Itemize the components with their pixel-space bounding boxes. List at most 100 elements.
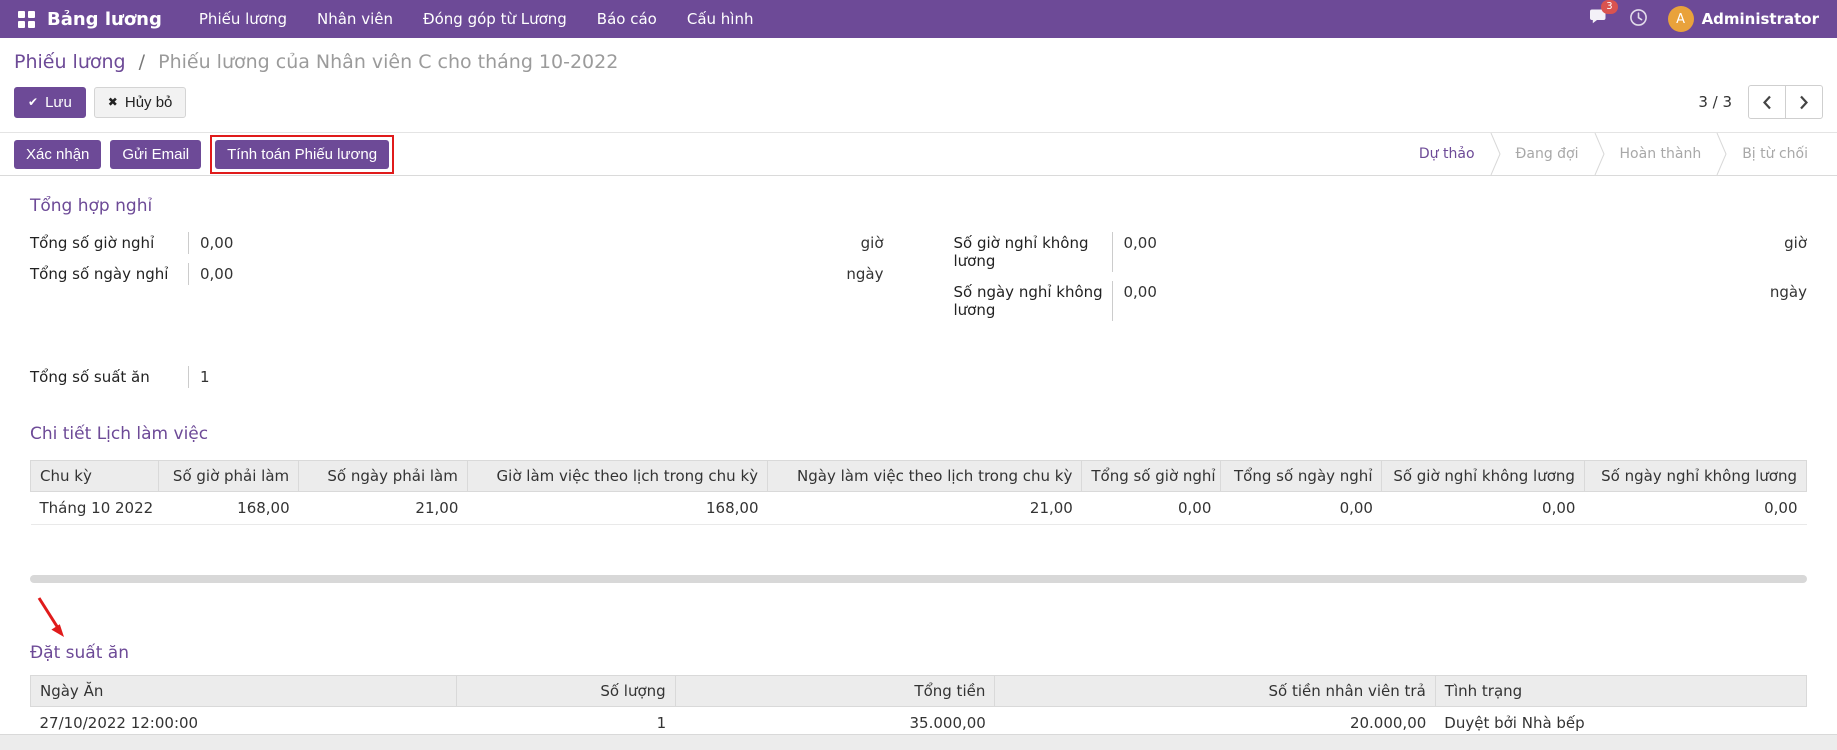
working-schedule-section: Chi tiết Lịch làm việc Chu kỳ Số giờ phả… <box>30 424 1807 525</box>
menu-cau-hinh[interactable]: Cấu hình <box>672 0 769 38</box>
clock-icon <box>1629 8 1648 31</box>
breadcrumb-separator: / <box>139 51 145 73</box>
discard-button[interactable]: ✖ Hủy bỏ <box>94 87 187 118</box>
field-total-meals: Tổng số suất ăn 1 <box>30 366 884 388</box>
pager-count: 3 / 3 <box>1698 93 1732 111</box>
cell-period[interactable]: Tháng 10 2022 <box>31 492 159 525</box>
table-header-row: Chu kỳ Số giờ phải làm Số ngày phải làm … <box>31 461 1807 492</box>
unpaid-leave-hours-input[interactable]: 0,00 <box>1112 232 1777 272</box>
menu-dong-gop[interactable]: Đóng góp từ Lương <box>408 0 582 38</box>
cell-leave-days[interactable]: 0,00 <box>1220 492 1382 525</box>
save-button[interactable]: ✔ Lưu <box>14 87 86 118</box>
pager: 3 / 3 <box>1698 85 1823 119</box>
form-statusbar: Xác nhận Gửi Email Tính toán Phiếu lương… <box>0 132 1837 176</box>
breadcrumb: Phiếu lương / Phiếu lương của Nhân viên … <box>14 51 1823 73</box>
chevron-right-icon <box>1799 95 1809 110</box>
field-total-leave-hours: Tổng số giờ nghỉ 0,00 giờ <box>30 232 884 254</box>
table-row[interactable]: Tháng 10 2022 168,00 21,00 168,00 21,00 … <box>31 492 1807 525</box>
user-name: Administrator <box>1702 10 1819 28</box>
total-leave-days-input[interactable]: 0,00 <box>188 263 838 285</box>
state-waiting[interactable]: Đang đợi <box>1501 146 1594 162</box>
horizontal-scrollbar[interactable] <box>30 575 1807 583</box>
breadcrumb-parent-link[interactable]: Phiếu lương <box>14 51 126 73</box>
user-menu[interactable]: A Administrator <box>1658 6 1823 32</box>
leave-summary-group: Tổng số giờ nghỉ 0,00 giờ Tổng số ngày n… <box>30 232 1807 330</box>
col-header[interactable]: Số lượng <box>457 676 675 707</box>
avatar: A <box>1668 6 1694 32</box>
field-total-leave-days: Tổng số ngày nghỉ 0,00 ngày <box>30 263 884 285</box>
section-title-meal-orders: Đặt suất ăn <box>30 643 1807 663</box>
state-arrow-icon <box>1594 133 1605 175</box>
total-meals-input[interactable]: 1 <box>188 366 884 388</box>
cell-calendar-hours[interactable]: 168,00 <box>467 492 767 525</box>
right-field-column: Số giờ nghỉ không lương 0,00 giờ Số ngày… <box>954 232 1808 330</box>
field-label: Tổng số giờ nghỉ <box>30 232 188 254</box>
cell-unpaid-days[interactable]: 0,00 <box>1584 492 1806 525</box>
app-name[interactable]: Bảng lương <box>47 9 162 30</box>
status-pipeline: Dự thảo Đang đợi Hoàn thành Bị từ chối <box>1404 133 1823 175</box>
cell-hours-due[interactable]: 168,00 <box>158 492 298 525</box>
total-leave-hours-input[interactable]: 0,00 <box>188 232 853 254</box>
field-label: Tổng số suất ăn <box>30 366 188 388</box>
cell-unpaid-hours[interactable]: 0,00 <box>1382 492 1584 525</box>
col-header[interactable]: Ngày làm việc theo lịch trong chu kỳ <box>768 461 1082 492</box>
cell-calendar-days[interactable]: 21,00 <box>768 492 1082 525</box>
col-header[interactable]: Tổng số giờ nghỉ <box>1082 461 1221 492</box>
field-unit: giờ <box>1776 232 1807 272</box>
pager-next-button[interactable] <box>1785 85 1823 119</box>
section-title-working-schedule: Chi tiết Lịch làm việc <box>30 424 1807 444</box>
col-header[interactable]: Số tiền nhân viên trả <box>995 676 1435 707</box>
pager-previous-button[interactable] <box>1748 85 1786 119</box>
col-header[interactable]: Ngày Ăn <box>31 676 457 707</box>
menu-phieu-luong[interactable]: Phiếu lương <box>184 0 302 38</box>
field-label: Tổng số ngày nghỉ <box>30 263 188 285</box>
col-header[interactable]: Tình trạng <box>1435 676 1806 707</box>
col-header[interactable]: Số ngày phải làm <box>299 461 468 492</box>
col-header[interactable]: Tổng số ngày nghỉ <box>1220 461 1382 492</box>
field-unit: giờ <box>853 232 884 254</box>
state-done[interactable]: Hoàn thành <box>1605 146 1717 162</box>
state-draft[interactable]: Dự thảo <box>1404 146 1490 162</box>
cell-leave-hours[interactable]: 0,00 <box>1082 492 1221 525</box>
unpaid-leave-days-input[interactable]: 0,00 <box>1112 281 1762 321</box>
messages-badge: 3 <box>1601 0 1617 14</box>
meal-orders-section: Đặt suất ăn Ngày Ăn Số lượng Tổng tiền S… <box>30 643 1807 740</box>
chevron-left-icon <box>1762 95 1772 110</box>
field-label: Số ngày nghỉ không lương <box>954 281 1112 321</box>
activities-button[interactable] <box>1619 4 1658 35</box>
field-unpaid-leave-days: Số ngày nghỉ không lương 0,00 ngày <box>954 281 1808 321</box>
send-email-button[interactable]: Gửi Email <box>110 140 201 169</box>
close-icon: ✖ <box>108 95 118 109</box>
apps-grid-icon[interactable] <box>18 11 35 28</box>
col-header[interactable]: Số giờ phải làm <box>158 461 298 492</box>
cell-days-due[interactable]: 21,00 <box>299 492 468 525</box>
table-header-row: Ngày Ăn Số lượng Tổng tiền Số tiền nhân … <box>31 676 1807 707</box>
col-header[interactable]: Số giờ nghỉ không lương <box>1382 461 1584 492</box>
section-title-leave-summary: Tổng hợp nghỉ <box>30 196 1807 216</box>
menu-bao-cao[interactable]: Báo cáo <box>582 0 672 38</box>
messages-button[interactable]: 3 <box>1579 4 1619 34</box>
field-unit: ngày <box>838 263 883 285</box>
col-header[interactable]: Giờ làm việc theo lịch trong chu kỳ <box>467 461 767 492</box>
working-schedule-table: Chu kỳ Số giờ phải làm Số ngày phải làm … <box>30 460 1807 525</box>
col-header[interactable]: Chu kỳ <box>31 461 159 492</box>
check-icon: ✔ <box>28 95 38 109</box>
breadcrumb-current: Phiếu lương của Nhân viên C cho tháng 10… <box>158 51 618 73</box>
red-highlight-box: Tính toán Phiếu lương <box>210 135 394 174</box>
field-label: Số giờ nghỉ không lương <box>954 232 1112 272</box>
state-arrow-icon <box>1716 133 1727 175</box>
menu-nhan-vien[interactable]: Nhân viên <box>302 0 408 38</box>
page-bottom-strip <box>0 734 1837 750</box>
control-panel: Phiếu lương / Phiếu lương của Nhân viên … <box>0 38 1837 132</box>
state-refused[interactable]: Bị từ chối <box>1727 146 1823 162</box>
compute-payslip-button[interactable]: Tính toán Phiếu lương <box>215 140 389 169</box>
main-menu: Phiếu lương Nhân viên Đóng góp từ Lương … <box>184 0 769 38</box>
left-field-column: Tổng số giờ nghỉ 0,00 giờ Tổng số ngày n… <box>30 232 884 330</box>
confirm-button[interactable]: Xác nhận <box>14 140 101 169</box>
col-header[interactable]: Tổng tiền <box>675 676 995 707</box>
state-arrow-icon <box>1490 133 1501 175</box>
meal-orders-table: Ngày Ăn Số lượng Tổng tiền Số tiền nhân … <box>30 675 1807 740</box>
top-navbar: Bảng lương Phiếu lương Nhân viên Đóng gó… <box>0 0 1837 38</box>
col-header[interactable]: Số ngày nghỉ không lương <box>1584 461 1806 492</box>
field-unit: ngày <box>1762 281 1807 321</box>
